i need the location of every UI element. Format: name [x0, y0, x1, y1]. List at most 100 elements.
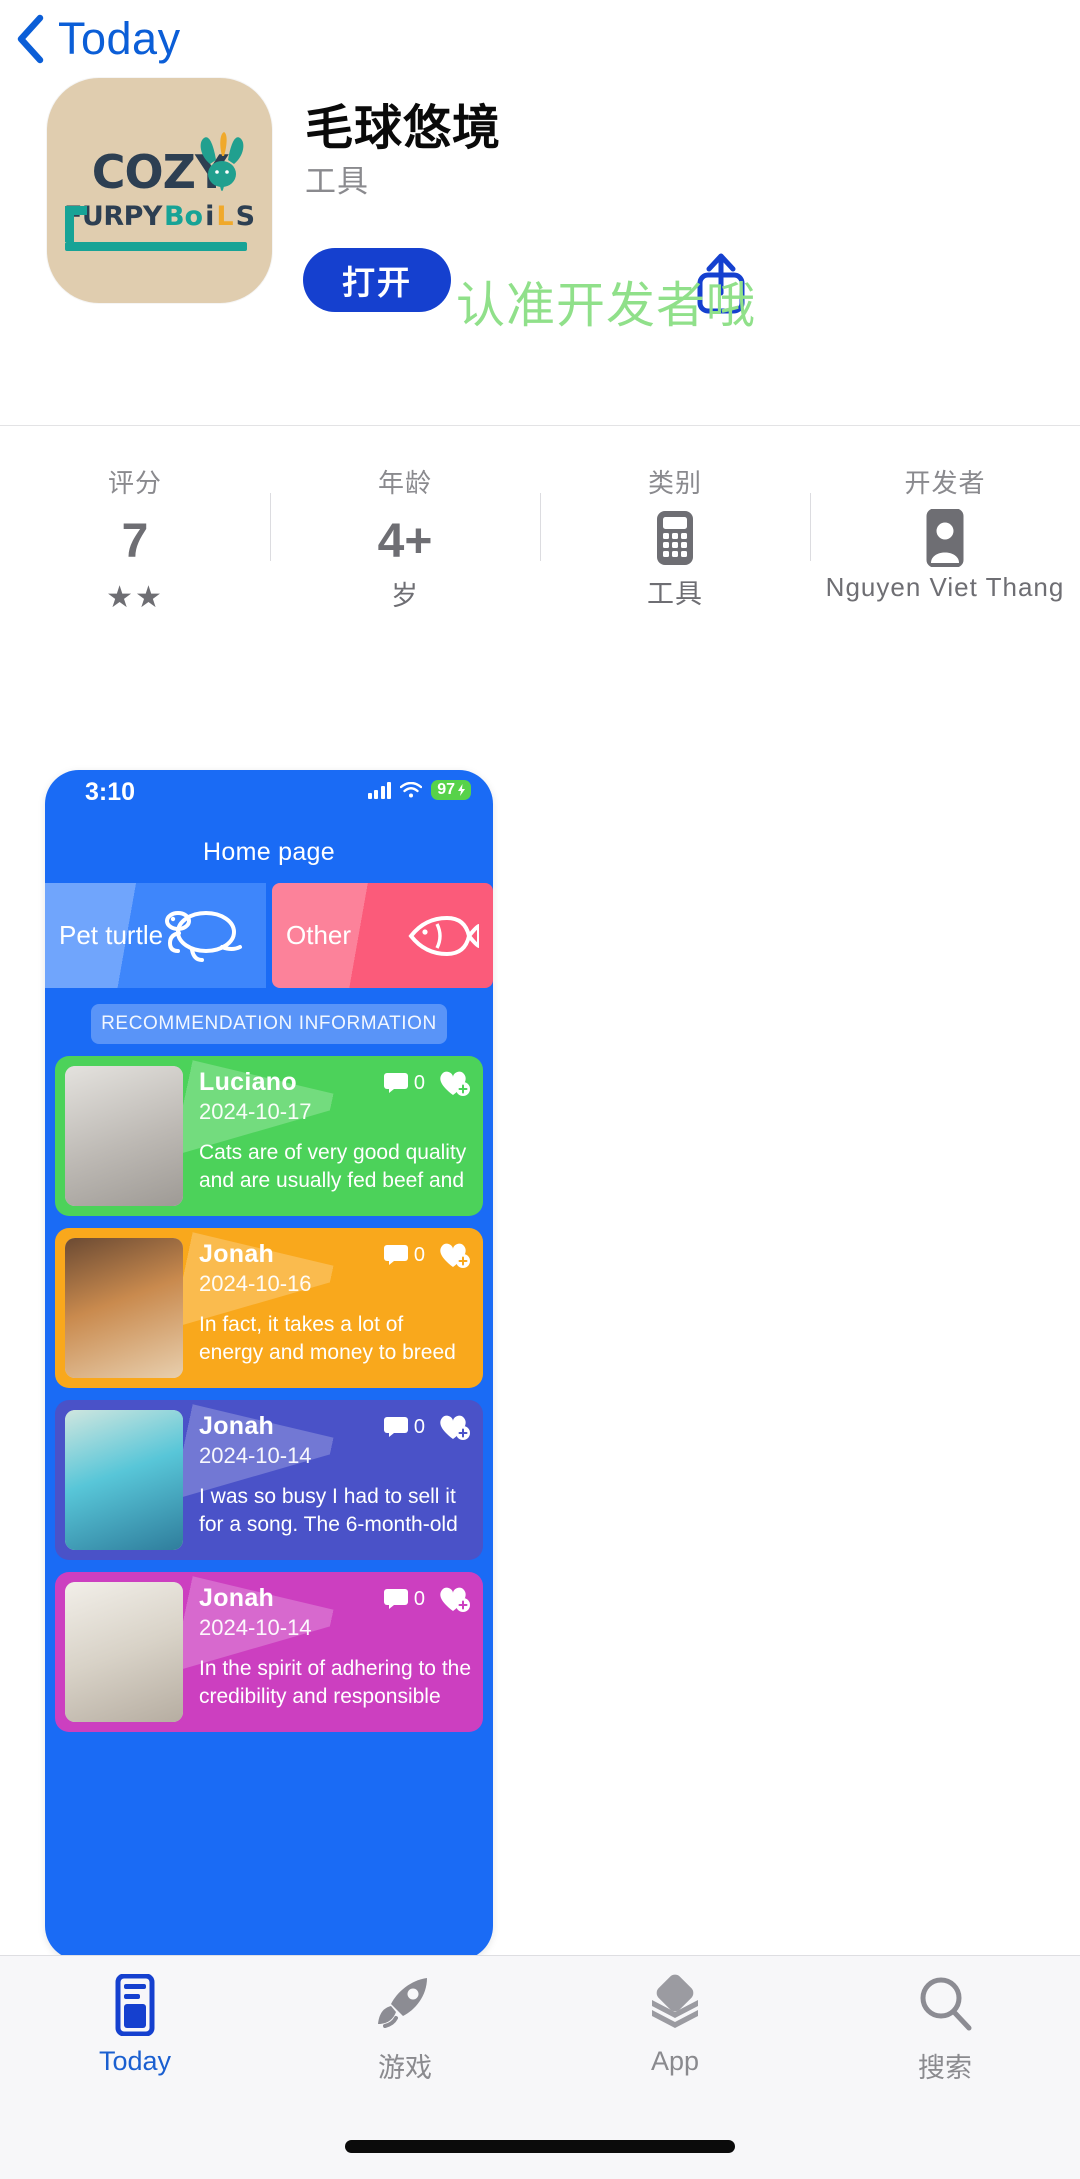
- app-subtitle: 工具: [305, 164, 369, 199]
- stat-age[interactable]: 年龄 4+ 岁: [270, 463, 540, 611]
- app-icon[interactable]: COZY FURPY Bo i L S: [47, 78, 272, 303]
- heart-icon: [440, 1071, 470, 1096]
- like-button[interactable]: [437, 1068, 471, 1098]
- recommendation-list: Luciano 2024-10-17 Cats are of very good…: [45, 1056, 493, 1732]
- list-item[interactable]: Luciano 2024-10-17 Cats are of very good…: [55, 1056, 483, 1216]
- stat-category[interactable]: 类别 工具: [540, 463, 810, 609]
- stat-label: 开发者: [904, 468, 986, 498]
- comment-icon: [383, 1245, 408, 1265]
- like-button[interactable]: [437, 1240, 471, 1270]
- app-title: 毛球悠境: [305, 102, 502, 155]
- navigation-bar: Today: [0, 0, 1080, 78]
- tab-today[interactable]: Today: [0, 1974, 270, 2106]
- heart-icon: [440, 1415, 470, 1440]
- post-text: In fact, it takes a lot of energy and mo…: [199, 1313, 456, 1365]
- logo-bo: Bo: [163, 201, 204, 232]
- stat-developer[interactable]: 开发者 Nguyen Viet Thang: [810, 463, 1080, 602]
- category-card-other[interactable]: Other: [272, 883, 493, 988]
- post-thumbnail: [65, 1238, 183, 1378]
- category-card-label: Pet turtle: [59, 919, 164, 950]
- post-date: 2024-10-17: [199, 1099, 312, 1124]
- post-meta: 0: [383, 1068, 471, 1098]
- comment-icon: [383, 1589, 408, 1609]
- like-button[interactable]: [437, 1412, 471, 1442]
- tab-label: Today: [98, 2046, 172, 2076]
- post-meta: 0: [383, 1240, 471, 1270]
- post-date: 2024-10-14: [199, 1443, 312, 1468]
- stat-value: 4+: [377, 515, 433, 568]
- preview-page-title: Home page: [203, 838, 335, 866]
- stack-icon: [644, 1974, 706, 2036]
- rocket-icon: [375, 1974, 435, 2036]
- cellular-icon: [367, 781, 392, 799]
- comment-icon: [383, 1073, 408, 1093]
- post-thumbnail: [65, 1582, 183, 1722]
- stat-sub: Nguyen Viet Thang: [825, 572, 1065, 602]
- status-time: 3:10: [85, 778, 136, 806]
- post-thumbnail: [65, 1410, 183, 1550]
- wifi-icon: [400, 781, 423, 797]
- comment-count[interactable]: 0: [383, 1244, 425, 1267]
- stat-rating[interactable]: 评分 7 ★★: [0, 463, 270, 614]
- list-item[interactable]: Jonah 2024-10-14 In the spirit of adheri…: [55, 1572, 483, 1732]
- comment-count[interactable]: 0: [383, 1072, 425, 1095]
- logo-bracket: [65, 206, 87, 242]
- logo-i: i: [205, 201, 215, 232]
- back-button[interactable]: [14, 13, 48, 65]
- list-item[interactable]: Jonah 2024-10-14 I was so busy I had to …: [55, 1400, 483, 1560]
- post-meta: 0: [383, 1584, 471, 1614]
- logo-l: L: [216, 201, 234, 232]
- tab-search[interactable]: 搜索: [810, 1974, 1080, 2106]
- like-button[interactable]: [437, 1584, 471, 1614]
- comment-number: 0: [413, 1587, 425, 1610]
- fish-icon: [408, 915, 479, 956]
- header-divider: [0, 425, 1080, 426]
- post-date: 2024-10-14: [199, 1615, 312, 1640]
- stat-sub: 岁: [391, 581, 419, 611]
- logo-s: S: [235, 201, 256, 232]
- app-header: COZY FURPY Bo i L S 毛球悠境 工具 打开 认准开发者哦: [0, 78, 1080, 463]
- tab-games[interactable]: 游戏: [270, 1974, 540, 2106]
- stat-value: 7: [121, 515, 149, 568]
- post-date: 2024-10-16: [199, 1271, 312, 1296]
- battery-icon: 97: [431, 780, 471, 800]
- calculator-icon: [655, 511, 695, 565]
- comment-number: 0: [413, 1071, 425, 1094]
- tab-app[interactable]: App: [540, 1974, 810, 2106]
- category-card-label: Other: [286, 919, 352, 950]
- logo-line2: FURPY Bo i L S: [64, 201, 255, 232]
- post-text: Cats are of very good quality and are us…: [199, 1141, 467, 1193]
- comment-count[interactable]: 0: [383, 1588, 425, 1611]
- comment-count[interactable]: 0: [383, 1416, 425, 1439]
- post-thumbnail: [65, 1066, 183, 1206]
- turtle-icon: [165, 910, 242, 962]
- comment-number: 0: [413, 1243, 425, 1266]
- post-meta: 0: [383, 1412, 471, 1442]
- list-item[interactable]: Jonah 2024-10-16 In fact, it takes a lot…: [55, 1228, 483, 1388]
- category-card-pet-turtle[interactable]: Pet turtle: [45, 883, 266, 988]
- tab-label: App: [650, 2046, 700, 2076]
- stat-label: 年龄: [377, 468, 432, 498]
- comment-number: 0: [413, 1415, 425, 1438]
- rating-stars: ★★: [106, 581, 164, 614]
- back-label[interactable]: Today: [58, 13, 181, 65]
- stat-label: 评分: [107, 468, 162, 498]
- person-card-icon: [922, 509, 968, 567]
- home-indicator: [345, 2140, 735, 2153]
- chevron-left-icon: [17, 14, 44, 64]
- post-text: In the spirit of adhering to the credibi…: [199, 1657, 472, 1709]
- heart-icon: [440, 1587, 470, 1612]
- search-icon: [915, 1974, 975, 2036]
- app-screenshot-preview[interactable]: 3:10 97 Home page Pet turtle Other RECOM…: [45, 770, 493, 1960]
- heart-icon: [440, 1243, 470, 1268]
- tab-label: 游戏: [378, 2053, 432, 2083]
- logo-underline: [65, 242, 247, 251]
- recommendation-banner: RECOMMENDATION INFORMATION: [91, 1004, 447, 1044]
- preview-status-bar: 3:10 97: [45, 770, 493, 818]
- comment-icon: [383, 1417, 408, 1437]
- open-button[interactable]: 打开: [303, 248, 451, 312]
- status-indicators: 97: [367, 780, 471, 800]
- bunny-icon: [200, 132, 244, 191]
- app-store-product-page: Today COZY FURPY Bo i L S 毛球悠境 工具 打开 认准开…: [0, 0, 1080, 2179]
- battery-level: 97: [437, 781, 455, 798]
